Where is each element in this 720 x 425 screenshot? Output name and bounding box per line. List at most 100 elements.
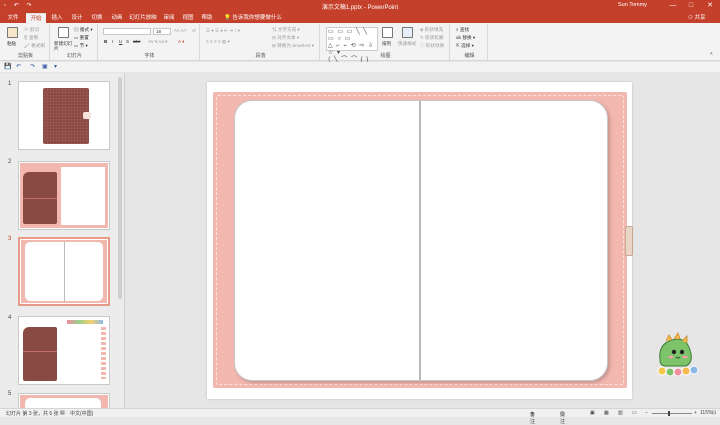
tab-file[interactable]: 文件 [4,13,22,23]
collapse-ribbon-icon[interactable]: ˄ [710,51,713,56]
slide-thumbnail-4[interactable] [18,316,110,385]
slide-thumbnail-1[interactable] [18,81,110,150]
reset-icon: ▭ [74,35,79,40]
quick-styles-icon[interactable] [402,27,413,38]
new-slide-icon[interactable] [58,27,69,38]
tell-me-search[interactable]: 💡 告诉我你想要做什么 [224,13,282,23]
dinosaur-mascot-sticker [657,332,699,377]
side-tabs-thumb [101,327,106,379]
language-indicator[interactable]: 中文(中国) [70,410,93,417]
format-painter-label: 格式刷 [31,43,45,48]
redo-icon[interactable]: ↷ [30,63,35,70]
font-name-field[interactable] [103,28,151,35]
copy-label: 复制 [28,35,39,40]
tab-design[interactable]: 设计 [69,13,85,23]
shape-outline-label: 形状轮廓 [425,35,444,40]
notebook-pages[interactable] [234,100,608,381]
share-label: 共享 [694,15,706,21]
new-slide-button[interactable]: 新建幻灯片 [54,41,74,51]
italic-button[interactable]: I [112,39,113,44]
slideshow-icon[interactable]: ▭ [632,410,637,416]
tab-review[interactable]: 审阅 [161,13,177,23]
find-button[interactable]: ⌕ 查找 [456,27,469,33]
paste-button[interactable]: 粘贴 [7,41,16,47]
zoom-level[interactable]: 115% [700,410,712,416]
shape-effects-button[interactable]: ◇ 形状效果 [420,43,444,49]
pencil-icon: ✎ [420,35,424,40]
shadow-button[interactable]: S [126,39,129,44]
notebook-clasp[interactable] [625,226,633,256]
copy-button[interactable]: ⎘ 复制 [24,35,38,41]
reset-button[interactable]: ▭ 重置 [74,35,89,41]
slide-thumbnail-2[interactable] [18,161,110,230]
thumbnail-scrollbar[interactable] [118,77,122,299]
char-spacing-icon[interactable]: AV ▾ Aa ▾ [148,39,168,45]
layout-button[interactable]: ▤ 版式 ▾ [74,27,93,33]
present-icon[interactable]: ▣ [42,63,48,70]
drawing-group: ▭ ▭ ▭ ╲ ╲ ▭ ○ ▭ △ ⌐ ⌐ ⟲ ⇨ ⇩ ☆ ▾ ⟨ ╲ ⌒ ⌒ { … [322,24,450,70]
undo-icon[interactable]: ↶ [16,63,21,70]
text-direction-button[interactable]: ⇅ 文字方向 ▾ [272,27,300,33]
user-name[interactable]: Sun Tommy [618,2,647,8]
text-direction-label: 文字方向 [277,27,297,32]
fit-slide-icon[interactable]: ⊡ [712,410,716,416]
close-button[interactable]: ✕ [703,1,717,11]
select-icon: ⇱ [456,43,460,48]
clasp-thumb [83,112,91,119]
arrange-icon[interactable] [382,27,393,38]
normal-view-icon[interactable]: ▣ [590,410,595,416]
underline-button[interactable]: U [119,39,122,44]
shapes-gallery[interactable]: ▭ ▭ ▭ ╲ ╲ ▭ ○ ▭ △ ⌐ ⌐ ⟲ ⇨ ⇩ ☆ ▾ ⟨ ╲ ⌒ ⌒ { … [326,27,378,70]
select-button[interactable]: ⇱ 选择 ▾ [456,43,474,49]
font-size-field[interactable]: 18 [153,28,171,35]
zoom-in-button[interactable]: + [694,410,697,416]
zoom-slider[interactable] [652,413,692,414]
grow-font-icon[interactable]: A˄ A˅ [174,28,187,33]
quick-styles-button[interactable]: 快速样式 [398,41,416,47]
customize-qat-icon[interactable]: ▾ [54,63,57,70]
share-button[interactable]: ⚇ 共享 [688,13,705,23]
paste-icon[interactable] [7,27,18,38]
strikethrough-button[interactable]: abc [133,39,140,44]
font-group-label: 字体 [144,53,155,59]
align-text-button[interactable]: ⊟ 对齐文本 ▾ [272,35,299,41]
tab-view[interactable]: 视图 [180,13,196,23]
font-group: 18 A˄ A˅ A̸ B I U S abc AV ▾ Aa ▾ A ▾ 字体 [100,24,200,60]
zoom-out-button[interactable]: − [645,410,648,416]
font-color-icon[interactable]: A ▾ [178,39,184,45]
shape-effects-label: 形状效果 [425,43,445,48]
bullets-icon[interactable]: ☰ ▾ ☰ ▾ ⇤ ⇥ ↕ ▾ [206,28,240,34]
arrange-button[interactable]: 排列 [382,41,391,47]
tab-slideshow[interactable]: 幻灯片放映 [128,13,158,23]
tab-animations[interactable]: 动画 [109,13,125,23]
maximize-button[interactable]: □ [684,1,698,11]
save-icon[interactable]: 💾 [4,63,11,70]
section-icon: ▭ [74,43,79,48]
tab-insert[interactable]: 插入 [49,13,65,23]
tab-home[interactable]: 开始 [26,13,46,23]
smartart-button[interactable]: ⊞ 转换为 SmartArt ▾ [272,43,314,49]
slide-thumbnail-5[interactable] [18,393,110,409]
minimize-button[interactable]: — [666,1,680,11]
notebook-spine-line[interactable] [419,101,421,380]
scissors-icon: ✂ [24,27,29,32]
reading-view-icon[interactable]: ▥ [618,410,623,416]
spellcheck-icon[interactable]: ▤ [60,410,65,416]
section-button[interactable]: ▭ 节 ▾ [74,43,88,49]
align-text-icon: ⊟ [272,35,276,40]
align-icons[interactable]: ≡ ≡ ≡ ≡ ▥ ▾ [206,39,230,45]
replace-button[interactable]: ab 替换 ▾ [456,35,475,41]
zoom-slider-thumb[interactable] [668,411,670,416]
slide-thumbnail-3[interactable] [18,237,110,306]
tab-transitions[interactable]: 切换 [89,13,105,23]
cut-button[interactable]: ✂ 剪切 [24,27,39,33]
slide-sorter-icon[interactable]: ▦ [604,410,609,416]
format-painter-button[interactable]: 🖌 格式刷 [24,43,45,49]
shape-fill-button[interactable]: ◈ 形状填充 [420,27,443,33]
replace-icon: ab [456,35,462,40]
shape-outline-button[interactable]: ✎ 形状轮廓 [420,35,444,41]
smartart-icon: ⊞ [272,43,276,48]
tab-help[interactable]: 帮助 [199,13,215,23]
bold-button[interactable]: B [104,39,107,44]
clear-format-icon[interactable]: A̸ [192,28,195,33]
